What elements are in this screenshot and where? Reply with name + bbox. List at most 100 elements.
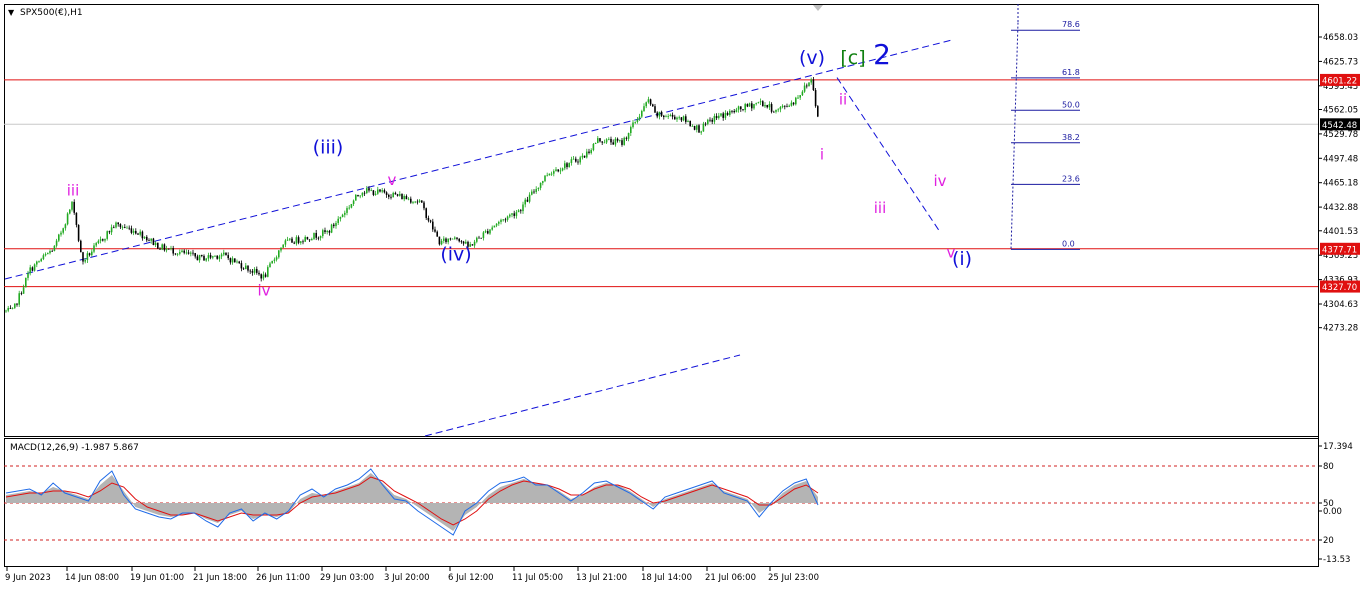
candle-body bbox=[278, 250, 280, 258]
candle-body bbox=[392, 192, 394, 198]
candle-body bbox=[185, 252, 188, 254]
candle-body bbox=[680, 117, 683, 121]
candle-body bbox=[143, 236, 146, 239]
candle-body bbox=[777, 109, 779, 111]
candle-body bbox=[170, 248, 172, 249]
candle-body bbox=[533, 191, 535, 193]
candle-body bbox=[344, 212, 346, 215]
candle-body bbox=[333, 224, 335, 227]
candle-body bbox=[735, 109, 738, 113]
candle-body bbox=[102, 239, 104, 241]
candle-body bbox=[746, 104, 749, 107]
candle-body bbox=[53, 245, 56, 251]
candle-body bbox=[663, 115, 665, 117]
time-tick-label: 14 Jun 08:00 bbox=[65, 573, 119, 583]
candle-body bbox=[572, 158, 575, 160]
candle-body bbox=[766, 104, 768, 108]
candle-body bbox=[64, 224, 67, 229]
candle-body bbox=[355, 194, 357, 201]
macd-tick-label: -13.53 bbox=[1323, 555, 1350, 565]
candle-body bbox=[187, 252, 190, 254]
candle-body bbox=[99, 239, 102, 241]
candle-body bbox=[66, 213, 69, 225]
candle-body bbox=[724, 112, 727, 118]
candle-body bbox=[652, 104, 654, 107]
candle-body bbox=[36, 261, 38, 265]
chart-canvas[interactable]: ▼ SPX500(€),H1 78.6 61.8 50.0 38.2 23.6 0.0 i… bbox=[0, 0, 1366, 588]
candle-body bbox=[570, 159, 573, 163]
projection-line[interactable] bbox=[836, 77, 941, 233]
price-tick-label: 4432.88 bbox=[1323, 203, 1358, 213]
candle-body bbox=[390, 196, 392, 198]
upper-channel-line[interactable] bbox=[4, 39, 953, 280]
candle-body bbox=[194, 253, 196, 257]
candle-body bbox=[788, 105, 790, 107]
lower-channel-line[interactable] bbox=[424, 354, 741, 437]
candle-body bbox=[757, 102, 760, 104]
candle-body bbox=[729, 110, 731, 115]
shift-marker-icon[interactable] bbox=[813, 5, 823, 11]
symbol-menu-icon[interactable]: ▼ bbox=[8, 8, 15, 17]
candle-body bbox=[165, 248, 168, 251]
fibonacci-retracement[interactable]: 78.6 61.8 50.0 38.2 23.6 0.0 bbox=[1010, 4, 1080, 250]
candle-body bbox=[715, 116, 718, 119]
mt-chart-window: ▼ SPX500(€),H1 78.6 61.8 50.0 38.2 23.6 0.0 i… bbox=[0, 0, 1366, 588]
candle-body bbox=[31, 267, 34, 271]
candle-body bbox=[575, 158, 577, 162]
candle-body bbox=[289, 238, 291, 240]
price-tick-label: 4497.48 bbox=[1323, 154, 1358, 164]
candle-body bbox=[229, 258, 232, 263]
candle-body bbox=[7, 307, 9, 311]
candle-body bbox=[773, 111, 775, 113]
candle-body bbox=[198, 254, 201, 261]
time-axis[interactable]: 9 Jun 2023 14 Jun 08:00 19 Jun 01:00 21 Jun… bbox=[5, 567, 819, 583]
candle-body bbox=[685, 116, 687, 122]
candle-body bbox=[755, 103, 757, 105]
time-tick-label: 9 Jun 2023 bbox=[5, 573, 51, 583]
candle-body bbox=[559, 170, 562, 172]
candle-body bbox=[674, 116, 676, 120]
candle-body bbox=[324, 230, 326, 233]
candle-body bbox=[273, 259, 276, 261]
candle-body bbox=[258, 272, 260, 275]
candle-body bbox=[515, 212, 518, 216]
wave-label: iv bbox=[257, 281, 270, 299]
time-tick-label: 21 Jul 06:00 bbox=[705, 573, 756, 583]
candle-body bbox=[291, 238, 293, 243]
candle-body bbox=[555, 169, 557, 172]
candle-body bbox=[20, 293, 23, 295]
candle-body bbox=[176, 253, 179, 255]
candle-body bbox=[740, 106, 742, 110]
candle-body bbox=[535, 189, 537, 192]
candle-body bbox=[51, 250, 53, 252]
candle-body bbox=[537, 187, 540, 190]
candle-body bbox=[339, 216, 342, 219]
macd-tick-label: 20 bbox=[1323, 536, 1334, 546]
candle-body bbox=[306, 237, 309, 240]
candle-body bbox=[548, 173, 551, 176]
candle-body bbox=[471, 244, 474, 246]
candle-body bbox=[275, 257, 278, 260]
fib-trendline[interactable] bbox=[1010, 22, 1019, 250]
projection-dashed-line[interactable] bbox=[836, 77, 941, 233]
candle-body bbox=[612, 142, 614, 145]
candle-body bbox=[115, 222, 117, 228]
candle-body bbox=[18, 293, 20, 305]
candle-body bbox=[812, 79, 815, 91]
candle-body bbox=[75, 212, 78, 225]
wave-label: 2 bbox=[873, 38, 891, 71]
candle-body bbox=[803, 85, 806, 92]
candle-body bbox=[647, 99, 650, 103]
candle-body bbox=[245, 265, 247, 269]
candle-body bbox=[38, 261, 40, 262]
candle-body bbox=[181, 250, 183, 253]
wave-label: (v) bbox=[799, 47, 825, 69]
candle-body bbox=[810, 79, 812, 83]
candle-body bbox=[5, 310, 7, 312]
candle-body bbox=[130, 228, 133, 233]
candle-body bbox=[616, 138, 619, 141]
candle-body bbox=[372, 190, 375, 195]
candle-body bbox=[146, 236, 148, 241]
candle-body bbox=[700, 131, 702, 133]
candle-body bbox=[500, 219, 502, 222]
